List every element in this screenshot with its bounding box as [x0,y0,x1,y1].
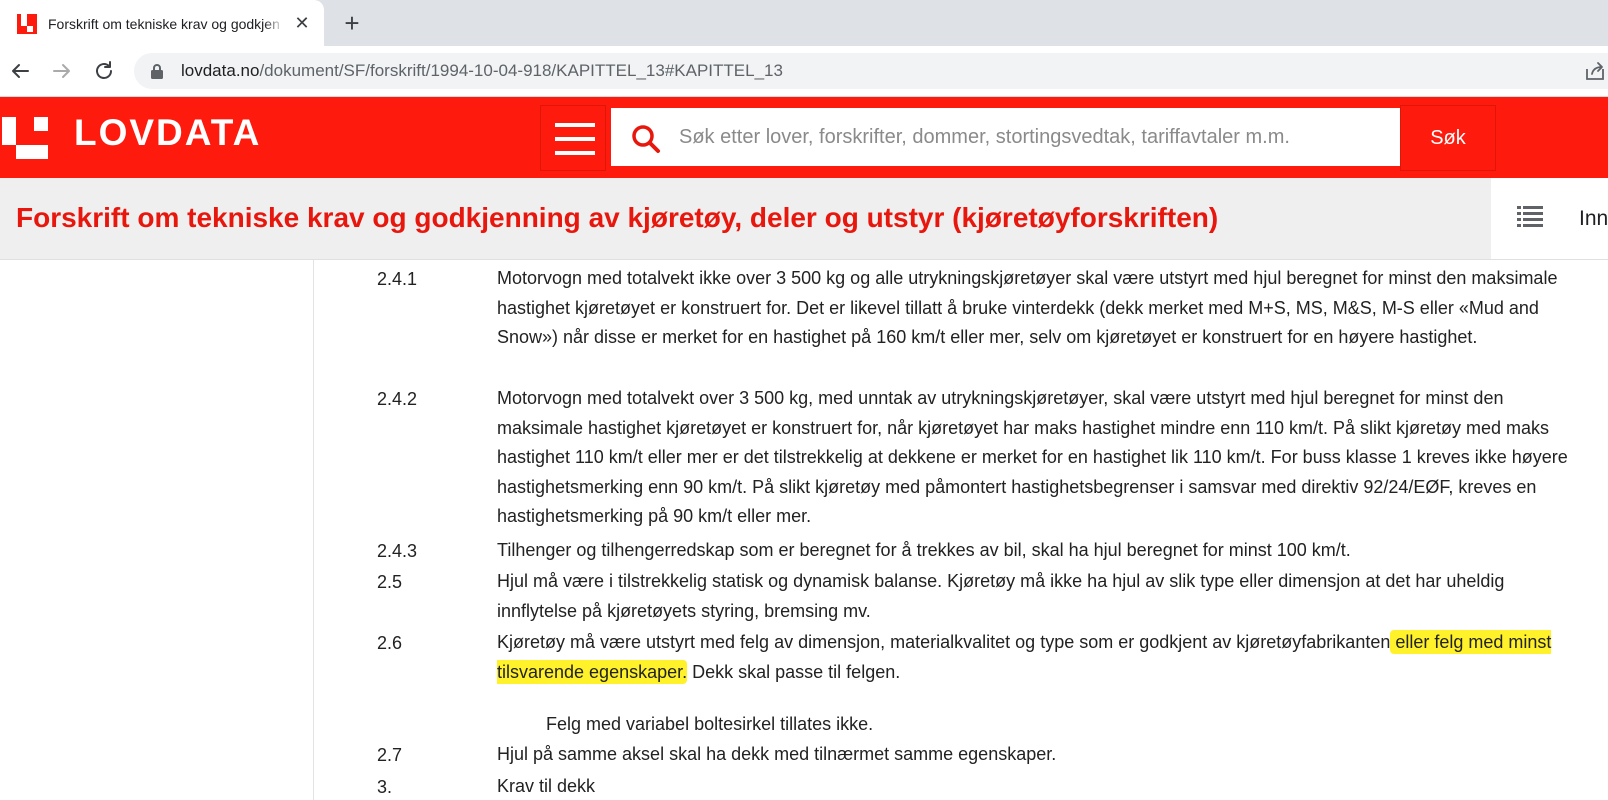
close-tab-icon[interactable]: ✕ [292,12,312,34]
new-tab-icon[interactable]: + [338,9,366,37]
section-heading: Krav til dekk [497,776,596,796]
tab-title: Forskrift om tekniske krav og godkjennin… [48,16,280,32]
toc-button[interactable]: Innhold [1491,178,1608,259]
search-input[interactable] [679,108,1379,166]
item-number: 2.6 [377,633,403,653]
menu-button[interactable] [540,105,606,171]
list-icon [1517,206,1543,227]
item-number: 2.4.3 [377,541,418,561]
logo-text[interactable]: LOVDATA [74,112,261,154]
item-number: 3. [377,777,393,797]
item-text: Tilhenger og tilhengerredskap som er ber… [497,540,1351,560]
lovdata-favicon-icon [17,14,37,34]
item-text: Motorvogn med totalvekt over 3 500 kg, m… [497,388,1568,527]
item-number: 2.7 [377,745,403,765]
document-title-bar: Forskrift om tekniske krav og godkjennin… [0,178,1608,260]
lock-icon[interactable] [150,63,164,79]
forward-icon[interactable] [48,57,76,85]
item-text: Felg med variabel boltesirkel tillates i… [546,714,874,734]
toc-label: Innhold [1579,207,1608,230]
site-header: LOVDATA Søk [0,97,1608,178]
item-text: Kjøretøy må være utstyrt med felg av dim… [497,630,1552,684]
item-text: Hjul må være i tilstrekkelig statisk og … [497,571,1505,621]
url-text[interactable]: lovdata.no/dokument/SF/forskrift/1994-10… [181,61,783,81]
hamburger-icon [555,123,595,127]
search-button[interactable]: Søk [1400,105,1496,171]
item-number: 2.5 [377,572,403,592]
share-icon[interactable] [1584,61,1606,81]
browser-tab[interactable]: Forskrift om tekniske krav og godkjennin… [0,0,324,46]
address-bar[interactable]: lovdata.no/dokument/SF/forskrift/1994-10… [134,53,1608,89]
lovdata-logo-icon[interactable] [2,117,48,159]
item-number: 2.4.2 [377,389,418,409]
browser-toolbar: lovdata.no/dokument/SF/forskrift/1994-10… [0,46,1608,97]
item-text: Hjul på samme aksel skal ha dekk med til… [497,744,1057,764]
browser-tabstrip: Forskrift om tekniske krav og godkjennin… [0,0,1608,46]
page-title: Forskrift om tekniske krav og godkjennin… [16,202,1219,233]
search-box [611,108,1400,166]
search-icon [632,125,660,153]
back-icon[interactable] [6,57,34,85]
reload-icon[interactable] [90,57,118,85]
document-content: 2.4.1 Motorvogn med totalvekt ikke over … [0,260,1608,800]
left-pane-divider [313,260,314,800]
item-number: 2.4.1 [377,269,418,289]
item-text: Motorvogn med totalvekt ikke over 3 500 … [497,268,1558,348]
